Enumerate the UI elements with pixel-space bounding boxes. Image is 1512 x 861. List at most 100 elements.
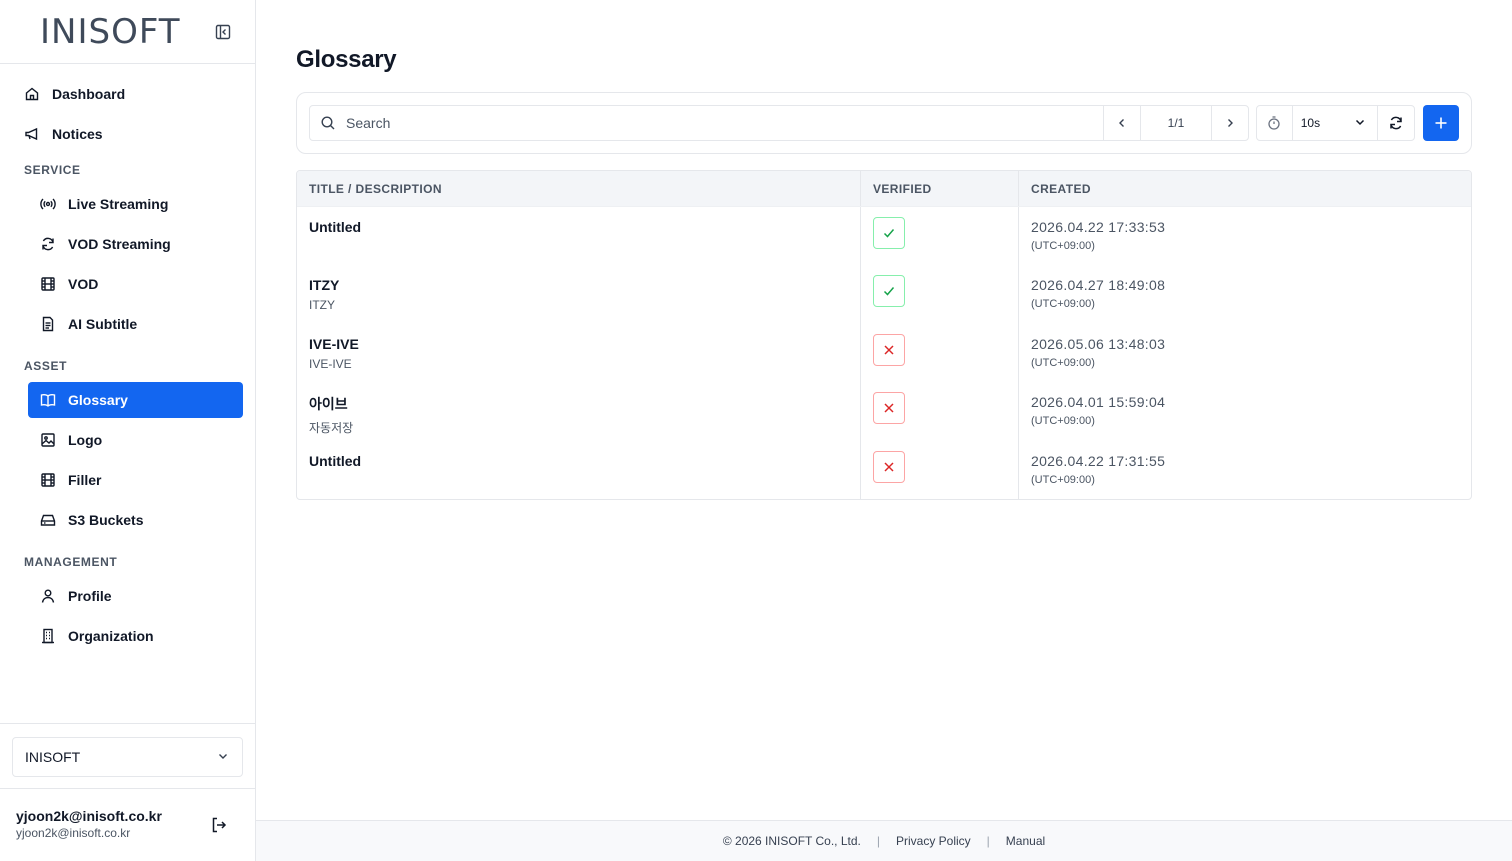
next-page-button[interactable] xyxy=(1212,106,1248,140)
chevron-down-icon xyxy=(216,749,230,766)
column-header-created[interactable]: CREATED xyxy=(1019,171,1471,206)
broadcast-icon xyxy=(40,196,56,212)
copyright-text: © 2026 INISOFT Co., Ltd. xyxy=(722,834,861,848)
glossary-title[interactable]: IVE-IVE xyxy=(309,336,860,352)
x-icon xyxy=(884,462,894,472)
table-row[interactable]: ITZY ITZY 2026.04.27 18:49:08 (UTC+09:00) xyxy=(297,265,1471,324)
sidebar-item-label: Live Streaming xyxy=(68,196,169,212)
created-cell: 2026.04.01 15:59:04 (UTC+09:00) xyxy=(1019,382,1471,440)
organization-switcher: INISOFT xyxy=(0,723,256,789)
sidebar: INISOFT Dashboard Notices SERVICE Live S… xyxy=(0,0,256,861)
sidebar-item-glossary[interactable]: Glossary xyxy=(28,382,243,418)
add-glossary-button[interactable] xyxy=(1423,105,1459,141)
sidebar-item-logo[interactable]: Logo xyxy=(28,422,243,458)
verified-cell xyxy=(861,440,1019,499)
chevron-down-icon xyxy=(1353,115,1367,132)
building-icon xyxy=(40,628,56,644)
sidebar-item-ai-subtitle[interactable]: AI Subtitle xyxy=(28,306,243,342)
sidebar-item-live-streaming[interactable]: Live Streaming xyxy=(28,186,243,222)
x-icon xyxy=(884,403,894,413)
document-icon xyxy=(40,316,56,332)
sidebar-item-label: AI Subtitle xyxy=(68,316,138,332)
section-label-management: MANAGEMENT xyxy=(24,555,118,569)
organization-select-value: INISOFT xyxy=(25,749,81,765)
created-timezone: (UTC+09:00) xyxy=(1031,415,1095,428)
refresh-icon xyxy=(40,236,56,252)
sidebar-item-dashboard[interactable]: Dashboard xyxy=(12,76,243,112)
film-icon xyxy=(40,472,56,488)
verified-status-badge xyxy=(873,217,905,249)
table-row[interactable]: 아이브자동저장 2026.04.01 15:59:04 (UTC+09:00) xyxy=(297,382,1471,441)
brand-logo[interactable]: INISOFT xyxy=(40,12,181,52)
created-cell: 2026.04.22 17:33:53 (UTC+09:00) xyxy=(1019,207,1471,265)
search-icon xyxy=(310,115,346,131)
home-icon xyxy=(24,86,40,102)
image-icon xyxy=(40,432,56,448)
created-timezone: (UTC+09:00) xyxy=(1031,356,1095,369)
footer-divider: | xyxy=(876,834,880,848)
film-icon xyxy=(40,276,56,292)
sidebar-item-profile[interactable]: Profile xyxy=(28,578,243,614)
sidebar-collapse-icon[interactable] xyxy=(214,23,232,41)
column-header-verified[interactable]: VERIFIED xyxy=(861,171,1019,206)
page-indicator: 1/1 xyxy=(1140,106,1212,140)
sidebar-item-filler[interactable]: Filler xyxy=(28,462,243,498)
sidebar-item-label: Logo xyxy=(68,432,103,448)
verified-status-badge xyxy=(873,450,905,483)
plus-icon xyxy=(1435,117,1447,129)
sidebar-item-vod[interactable]: VOD xyxy=(28,266,243,302)
title-cell: IVE-IVE IVE-IVE xyxy=(297,323,861,383)
verified-status-badge xyxy=(873,275,905,308)
table-row[interactable]: Untitled 2026.04.22 17:31:55 (UTC+09:00) xyxy=(297,440,1471,499)
sidebar-item-label: S3 Buckets xyxy=(68,512,144,528)
table-body: Untitled 2026.04.22 17:33:53 (UTC+09:00) IT… xyxy=(297,207,1471,499)
page-title: Glossary xyxy=(296,46,397,73)
sidebar-item-label: Profile xyxy=(68,588,112,604)
sidebar-item-label: Glossary xyxy=(68,392,128,408)
sidebar-item-notices[interactable]: Notices xyxy=(12,116,243,152)
refresh-interval-select[interactable]: 10s xyxy=(1293,106,1379,140)
table-row[interactable]: IVE-IVE IVE-IVE 2026.05.06 13:48:03 (UTC+09… xyxy=(297,323,1471,383)
manual-link[interactable]: Manual xyxy=(1006,834,1045,848)
title-cell: ITZY ITZY xyxy=(297,265,861,324)
created-cell: 2026.05.06 13:48:03 (UTC+09:00) xyxy=(1019,324,1471,382)
timer-icon xyxy=(1257,106,1293,140)
refresh-icon xyxy=(1390,116,1402,130)
footer-divider: | xyxy=(986,834,990,848)
glossary-title[interactable]: Untitled xyxy=(309,219,860,235)
glossary-description: 자동저장 xyxy=(309,421,354,436)
sidebar-item-organization[interactable]: Organization xyxy=(28,618,243,654)
brand-header: INISOFT xyxy=(0,0,255,64)
megaphone-icon xyxy=(24,126,40,142)
footer: © 2026 INISOFT Co., Ltd. | Privacy Polic… xyxy=(256,820,1512,861)
check-icon xyxy=(883,287,895,296)
created-cell: 2026.04.22 17:31:55 (UTC+09:00) xyxy=(1019,441,1471,499)
glossary-title[interactable]: ITZY xyxy=(309,277,860,293)
organization-select[interactable]: INISOFT xyxy=(12,737,243,777)
created-date: 2026.04.01 15:59:04 xyxy=(1031,394,1166,411)
created-date: 2026.04.22 17:33:53 xyxy=(1031,219,1166,235)
created-date: 2026.04.27 18:49:08 xyxy=(1031,277,1166,294)
search-box: 1/1 xyxy=(309,105,1249,141)
created-date: 2026.04.22 17:31:55 xyxy=(1031,452,1166,469)
sidebar-item-label: Notices xyxy=(52,126,103,142)
sidebar-item-vod-streaming[interactable]: VOD Streaming xyxy=(28,226,243,262)
glossary-table: TITLE / DESCRIPTION VERIFIED CREATED Unt… xyxy=(296,170,1472,500)
previous-page-button[interactable] xyxy=(1104,106,1140,140)
x-icon xyxy=(884,345,894,355)
privacy-policy-link[interactable]: Privacy Policy xyxy=(896,834,971,848)
created-cell: 2026.04.27 18:49:08 (UTC+09:00) xyxy=(1019,265,1471,323)
user-icon xyxy=(40,588,56,604)
sidebar-item-s3-buckets[interactable]: S3 Buckets xyxy=(28,502,243,538)
book-icon xyxy=(40,392,56,408)
table-row[interactable]: Untitled 2026.04.22 17:33:53 (UTC+09:00) xyxy=(297,207,1471,266)
column-header-title[interactable]: TITLE / DESCRIPTION xyxy=(297,171,861,206)
sidebar-nav: Dashboard Notices SERVICE Live Streaming… xyxy=(0,64,255,654)
logout-icon[interactable] xyxy=(210,816,228,834)
glossary-title[interactable]: Untitled xyxy=(309,453,860,469)
glossary-title[interactable]: 아이브 xyxy=(309,394,860,414)
section-label-service: SERVICE xyxy=(24,163,81,177)
sidebar-item-label: Organization xyxy=(68,628,154,644)
refresh-button[interactable] xyxy=(1378,106,1414,140)
created-timezone: (UTC+09:00) xyxy=(1031,473,1095,486)
